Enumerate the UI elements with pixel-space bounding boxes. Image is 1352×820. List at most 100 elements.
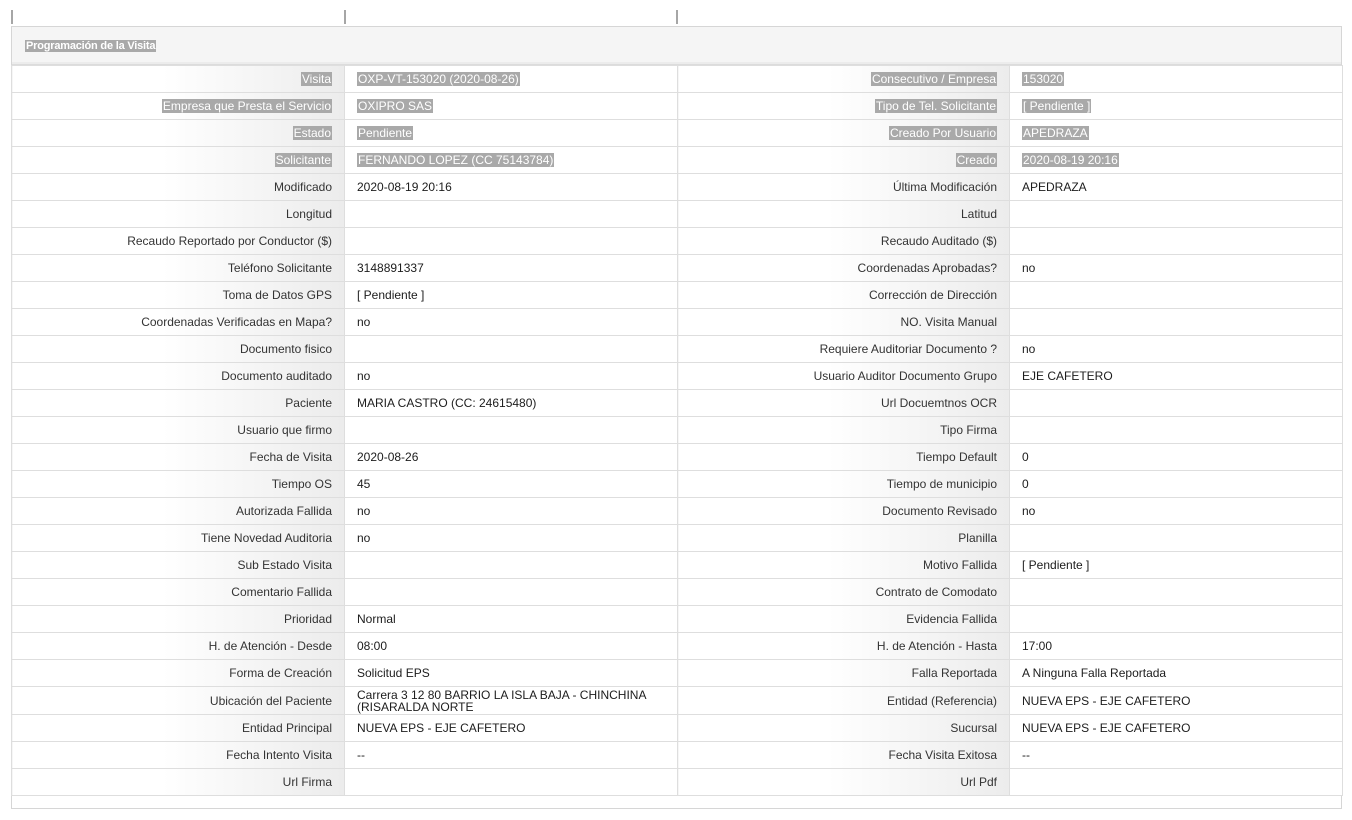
column-resize-handle[interactable]	[11, 10, 13, 24]
field-label: Estado	[11, 119, 345, 147]
field-value: APEDRAZA	[1009, 173, 1343, 201]
field-label-text: Empresa que Presta el Servicio	[161, 99, 332, 113]
field-label: Comentario Fallida	[11, 578, 345, 606]
field-label-text: Requiere Auditoriar Documento ?	[819, 342, 997, 356]
table-row: Solicitante FERNANDO LOPEZ (CC 75143784) C…	[11, 146, 1343, 174]
field-label: Tipo Firma	[677, 416, 1010, 444]
field-value	[1009, 389, 1343, 417]
field-value-text: Pendiente	[357, 126, 414, 140]
field-value-text: no	[1022, 261, 1036, 275]
field-value-text: [ Pendiente ]	[357, 288, 425, 302]
field-label-text: Coordenadas Verificadas en Mapa?	[141, 315, 332, 329]
field-value-text: 153020	[1022, 72, 1065, 86]
field-value	[344, 227, 678, 255]
field-label-text: Toma de Datos GPS	[222, 288, 332, 302]
field-label: Tiempo de municipio	[677, 470, 1010, 498]
panel-header: Programación de la Visita	[12, 27, 1341, 65]
field-value: [ Pendiente ]	[1009, 92, 1343, 120]
table-row: Longitud Latitud	[11, 200, 1343, 228]
field-value-text: NUEVA EPS - EJE CAFETERO	[1022, 693, 1191, 708]
field-label: Planilla	[677, 524, 1010, 552]
field-label-text: Última Modificación	[892, 180, 997, 194]
field-label: Tiempo OS	[11, 470, 345, 498]
field-label: Latitud	[677, 200, 1010, 228]
field-value-text: no	[1022, 504, 1036, 518]
table-row: Modificado 2020-08-19 20:16 Última Modific…	[11, 173, 1343, 201]
field-value-text: APEDRAZA	[1022, 180, 1087, 194]
field-label: Entidad Principal	[11, 714, 345, 742]
field-label-text: Creado	[955, 153, 997, 167]
field-value	[344, 551, 678, 579]
table-row: Ubicación del Paciente Carrera 3 12 80 BA…	[11, 686, 1343, 715]
field-label: Corrección de Dirección	[677, 281, 1010, 309]
field-label: Teléfono Solicitante	[11, 254, 345, 282]
field-value-text: A Ninguna Falla Reportada	[1022, 666, 1167, 680]
table-row: Usuario que firmo Tipo Firma	[11, 416, 1343, 444]
field-value	[344, 416, 678, 444]
field-value	[1009, 308, 1343, 336]
field-label: Solicitante	[11, 146, 345, 174]
field-label: Creado Por Usuario	[677, 119, 1010, 147]
field-value-text: no	[357, 315, 371, 329]
field-value: NUEVA EPS - EJE CAFETERO	[344, 714, 678, 742]
field-label: Usuario Auditor Documento Grupo	[677, 362, 1010, 390]
field-label: Ubicación del Paciente	[11, 686, 345, 715]
column-resize-handle[interactable]	[344, 10, 346, 24]
table-row: Visita OXP-VT-153020 (2020-08-26) Consecut…	[11, 65, 1343, 93]
field-label: Forma de Creación	[11, 659, 345, 687]
field-label-text: Creado Por Usuario	[888, 126, 997, 140]
field-value: --	[344, 741, 678, 769]
field-label: Tiene Novedad Auditoria	[11, 524, 345, 552]
field-label-text: Tiempo de municipio	[886, 477, 997, 491]
field-value-text: 0	[1022, 450, 1029, 464]
field-label-text: Url Firma	[282, 775, 332, 789]
field-label-text: H. de Atención - Hasta	[876, 639, 997, 653]
field-value-text: NUEVA EPS - EJE CAFETERO	[1022, 721, 1191, 735]
table-row: Paciente MARIA CASTRO (CC: 24615480) Url D…	[11, 389, 1343, 417]
table-row: Entidad Principal NUEVA EPS - EJE CAFETER…	[11, 714, 1343, 742]
field-value-text: 2020-08-19 20:16	[357, 180, 452, 194]
field-label: H. de Atención - Hasta	[677, 632, 1010, 660]
field-value-text: Normal	[357, 612, 396, 626]
field-value: FERNANDO LOPEZ (CC 75143784)	[344, 146, 678, 174]
field-label-text: Solicitante	[274, 153, 332, 167]
field-label: H. de Atención - Desde	[11, 632, 345, 660]
field-value: MARIA CASTRO (CC: 24615480)	[344, 389, 678, 417]
field-label-text: Documento fisico	[239, 342, 332, 356]
field-value	[1009, 281, 1343, 309]
field-label: Coordenadas Verificadas en Mapa?	[11, 308, 345, 336]
panel-title: Programación de la Visita	[25, 39, 157, 52]
field-value: OXP-VT-153020 (2020-08-26)	[344, 65, 678, 93]
field-label-text: Consecutivo / Empresa	[870, 72, 997, 86]
field-label-text: Autorizada Fallida	[235, 504, 332, 518]
field-value	[1009, 200, 1343, 228]
table-row: Tiene Novedad Auditoria no Planilla	[11, 524, 1343, 552]
field-label: Entidad (Referencia)	[677, 686, 1010, 715]
field-value: 45	[344, 470, 678, 498]
field-label: Tiempo Default	[677, 443, 1010, 471]
field-label-text: Prioridad	[283, 612, 332, 626]
field-label-text: Usuario Auditor Documento Grupo	[813, 369, 997, 383]
field-label: Longitud	[11, 200, 345, 228]
field-label: Usuario que firmo	[11, 416, 345, 444]
field-value: no	[1009, 254, 1343, 282]
field-value: 153020	[1009, 65, 1343, 93]
field-label-text: Usuario que firmo	[237, 423, 332, 437]
field-label-text: Sucursal	[950, 721, 997, 735]
field-label-text: Teléfono Solicitante	[227, 261, 332, 275]
table-row: Autorizada Fallida no Documento Revisado no	[11, 497, 1343, 525]
field-label-text: Fecha Visita Exitosa	[888, 748, 998, 762]
field-label-text: Comentario Fallida	[231, 585, 332, 599]
column-resize-handle[interactable]	[676, 10, 678, 24]
table-row: Forma de Creación Solicitud EPS Falla Repo…	[11, 659, 1343, 687]
field-value-text: Solicitud EPS	[357, 666, 430, 680]
field-label: Documento Revisado	[677, 497, 1010, 525]
field-label: Documento fisico	[11, 335, 345, 363]
table-row: Estado Pendiente Creado Por Usuario APEDRAZ…	[11, 119, 1343, 147]
field-label-text: Modificado	[273, 180, 332, 194]
field-value: 17:00	[1009, 632, 1343, 660]
field-value-text: 2020-08-19 20:16	[1022, 153, 1119, 167]
field-label: Modificado	[11, 173, 345, 201]
field-value-text: MARIA CASTRO (CC: 24615480)	[357, 396, 537, 410]
field-value: A Ninguna Falla Reportada	[1009, 659, 1343, 687]
